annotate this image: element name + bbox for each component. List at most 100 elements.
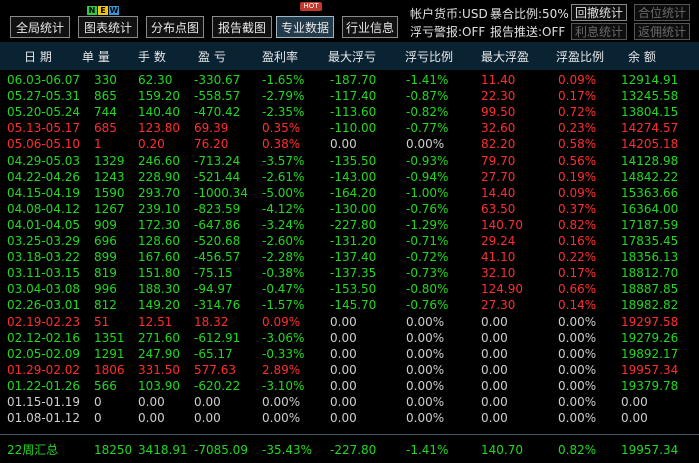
cell-max-float-profit: 63.50 bbox=[481, 201, 516, 216]
col-header-lots[interactable]: 手 数 bbox=[138, 48, 166, 65]
cell-date: 01.29-02.02 bbox=[7, 362, 81, 377]
global-stats-button[interactable]: 全局统计 bbox=[10, 16, 70, 38]
cell-float-profit-ratio: 0.17% bbox=[558, 89, 597, 104]
table-row[interactable]: 05.13-05.17 685 123.80 69.39 0.35% -110.00 -0.… bbox=[0, 120, 699, 136]
table-row[interactable]: 03.25-03.29 696 128.60 -520.68 -2.60% -131.20… bbox=[0, 233, 699, 249]
table-row[interactable]: 05.27-05.31 865 159.20 -558.57 -2.79% -117.40… bbox=[0, 88, 699, 104]
cell-lots: 246.60 bbox=[138, 153, 180, 168]
cell-profit-rate: -2.28% bbox=[262, 250, 305, 265]
cell-float-profit-ratio: 0.72% bbox=[558, 105, 597, 120]
cell-float-profit-ratio: 0.82% bbox=[558, 217, 597, 232]
col-header-max-float-profit[interactable]: 最大浮盈 bbox=[481, 48, 529, 65]
rebate-stats-button[interactable]: 返佣统计 bbox=[634, 23, 690, 40]
cell-float-loss-ratio: -0.94% bbox=[406, 169, 449, 184]
table-row[interactable]: 01.29-02.02 1806 331.50 577.63 2.89% 0.00 0.00… bbox=[0, 362, 699, 378]
cell-date: 03.04-03.08 bbox=[7, 282, 81, 297]
cell-orders: 744 bbox=[94, 105, 117, 120]
cell-float-profit-ratio: 0.23% bbox=[558, 121, 597, 136]
cell-float-profit-ratio: 0.00% bbox=[558, 411, 597, 426]
cell-max-float-loss: -113.60 bbox=[330, 105, 377, 120]
table-row[interactable]: 05.06-05.10 1 0.20 76.20 0.38% 0.00 0.00% 82.20… bbox=[0, 136, 699, 152]
cell-float-loss-ratio: -0.82% bbox=[406, 105, 449, 120]
cell-profit-rate: -3.24% bbox=[262, 217, 305, 232]
table-row[interactable]: 03.11-03.15 819 151.80 -75.15 -0.38% -137.35 -… bbox=[0, 265, 699, 281]
pro-data-button[interactable]: 专业数据 bbox=[276, 16, 334, 38]
table-row[interactable]: 02.12-02.16 1351 271.60 -612.91 -3.06% 0.00 0.… bbox=[0, 330, 699, 346]
table-row[interactable]: 03.04-03.08 996 188.30 -94.97 -0.47% -153.50 -… bbox=[0, 281, 699, 297]
cell-balance: 14842.22 bbox=[621, 169, 679, 184]
cell-pnl: 0.00 bbox=[194, 395, 221, 409]
table-row[interactable]: 05.20-05.24 744 140.40 -470.42 -2.35% -113.60… bbox=[0, 104, 699, 120]
summary-max-float-loss: -227.80 bbox=[330, 443, 377, 457]
toolbar: NEW HOT 全局统计 图表统计 分布点图 报告截图 专业数据 行业信息 帐户… bbox=[0, 0, 699, 42]
col-header-max-float-loss[interactable]: 最大浮亏 bbox=[328, 48, 376, 65]
table-row[interactable]: 01.15-01.19 0 0.00 0.00 0.00% 0.00 0.00% 0.00 0.… bbox=[0, 394, 699, 410]
interest-stats-button[interactable]: 利息统计 bbox=[571, 23, 627, 40]
table-row[interactable]: 03.18-03.22 899 167.60 -456.57 -2.28% -137.40… bbox=[0, 249, 699, 265]
hot-badge: HOT bbox=[300, 2, 322, 11]
cell-profit-rate: -0.38% bbox=[262, 266, 305, 281]
table-row[interactable]: 01.22-01.26 566 103.90 -620.22 -3.10% 0.00 0.0… bbox=[0, 378, 699, 394]
cell-profit-rate: -0.33% bbox=[262, 346, 305, 361]
cell-pnl: 18.32 bbox=[194, 314, 229, 329]
cell-orders: 1806 bbox=[94, 362, 125, 377]
table-row[interactable]: 04.01-04.05 909 172.30 -647.86 -3.24% -227.80… bbox=[0, 217, 699, 233]
industry-info-button[interactable]: 行业信息 bbox=[342, 16, 398, 38]
cell-date: 03.25-03.29 bbox=[7, 234, 81, 248]
cell-profit-rate: -3.10% bbox=[262, 378, 305, 393]
table-row[interactable]: 04.29-05.03 1329 246.60 -713.24 -3.57% -135.5… bbox=[0, 153, 699, 169]
cell-max-float-profit: 11.40 bbox=[481, 73, 516, 87]
cell-profit-rate: 0.00% bbox=[262, 395, 301, 409]
table-row[interactable]: 01.08-01.12 0 0.00 0.00 0.00% 0.00 0.00% 0.00 0.… bbox=[0, 410, 699, 426]
cell-max-float-profit: 99.50 bbox=[481, 105, 516, 120]
cell-lots: 151.80 bbox=[138, 266, 180, 281]
cell-max-float-loss: 0.00 bbox=[330, 378, 357, 393]
position-stats-button[interactable]: 合位统计 bbox=[634, 4, 690, 21]
cell-orders: 1243 bbox=[94, 169, 125, 184]
table-row[interactable]: 06.03-06.07 330 62.30 -330.67 -1.65% -187.70 -… bbox=[0, 72, 699, 88]
cell-float-profit-ratio: 0.00% bbox=[558, 314, 597, 329]
cell-balance: 18812.70 bbox=[621, 266, 679, 281]
cell-date: 02.12-02.16 bbox=[7, 330, 81, 345]
cell-pnl: 76.20 bbox=[194, 137, 229, 152]
col-header-date[interactable]: 日 期 bbox=[24, 48, 52, 65]
col-header-float-loss-ratio[interactable]: 浮亏比例 bbox=[405, 48, 453, 65]
table-row[interactable]: 02.19-02.23 51 12.51 18.32 0.09% 0.00 0.00% 0.0… bbox=[0, 314, 699, 330]
cell-profit-rate: -1.65% bbox=[262, 73, 305, 87]
table-row[interactable]: 04.22-04.26 1243 228.90 -521.44 -2.61% -143.0… bbox=[0, 169, 699, 185]
table-row[interactable]: 04.15-04.19 1590 293.70 -1000.34 -5.00% -164.… bbox=[0, 185, 699, 201]
cell-max-float-profit: 124.90 bbox=[481, 282, 523, 297]
cell-balance: 19279.26 bbox=[621, 330, 679, 345]
cell-date: 01.08-01.12 bbox=[7, 411, 81, 426]
cell-max-float-loss: 0.00 bbox=[330, 362, 357, 377]
cell-balance: 18982.82 bbox=[621, 298, 679, 313]
cell-profit-rate: -5.00% bbox=[262, 185, 305, 200]
cell-max-float-loss: -131.20 bbox=[330, 234, 377, 248]
table-row[interactable]: 02.05-02.09 1291 247.90 -65.17 -0.33% 0.00 0.0… bbox=[0, 346, 699, 362]
cell-balance: 12914.91 bbox=[621, 73, 679, 87]
cell-pnl: -1000.34 bbox=[194, 185, 248, 200]
drawdown-stats-button[interactable]: 回撤统计 bbox=[571, 4, 627, 21]
cell-lots: 140.40 bbox=[138, 105, 180, 120]
col-header-float-profit-ratio[interactable]: 浮盈比例 bbox=[556, 48, 604, 65]
chart-stats-button[interactable]: 图表统计 bbox=[78, 16, 138, 38]
col-header-orders[interactable]: 单 量 bbox=[82, 48, 110, 65]
cell-date: 06.03-06.07 bbox=[7, 73, 81, 87]
cell-profit-rate: 0.38% bbox=[262, 137, 301, 152]
cell-pnl: -823.59 bbox=[194, 201, 241, 216]
cell-pnl: 69.39 bbox=[194, 121, 229, 136]
distribution-chart-button[interactable]: 分布点图 bbox=[146, 16, 204, 38]
table-row[interactable]: 02.26-03.01 812 149.20 -314.76 -1.57% -145.70… bbox=[0, 297, 699, 313]
report-screenshot-button[interactable]: 报告截图 bbox=[212, 16, 272, 38]
cell-date: 04.15-04.19 bbox=[7, 185, 81, 200]
cell-float-loss-ratio: -0.93% bbox=[406, 153, 449, 168]
col-header-balance[interactable]: 余 额 bbox=[628, 48, 656, 65]
cell-balance: 0.00 bbox=[621, 411, 648, 426]
cell-float-profit-ratio: 0.16% bbox=[558, 234, 597, 248]
cell-lots: 293.70 bbox=[138, 185, 180, 200]
table-row[interactable]: 04.08-04.12 1267 239.10 -823.59 -4.12% -130.0… bbox=[0, 201, 699, 217]
col-header-profit-rate[interactable]: 盈利率 bbox=[262, 48, 298, 65]
cell-orders: 1329 bbox=[94, 153, 125, 168]
cell-max-float-loss: 0.00 bbox=[330, 411, 357, 426]
col-header-pnl[interactable]: 盈 亏 bbox=[198, 48, 226, 65]
